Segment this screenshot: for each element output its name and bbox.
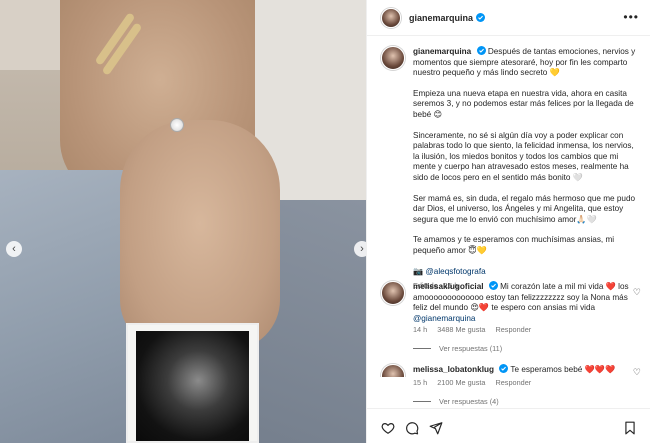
- photo-hands: [120, 120, 280, 350]
- heart-icon[interactable]: [381, 421, 395, 435]
- comment-avatar[interactable]: [381, 281, 405, 305]
- post-media[interactable]: ‹ ›: [0, 0, 366, 443]
- comment-likes[interactable]: 2100 Me gusta: [437, 378, 485, 387]
- post-actions-bar: [367, 408, 650, 438]
- photo-ring: [170, 118, 184, 132]
- post-header: gianemarquina •••: [367, 0, 650, 36]
- comment-reply-button[interactable]: Responder: [495, 325, 531, 334]
- prev-media-button[interactable]: ‹: [6, 241, 22, 257]
- author-username[interactable]: gianemarquina: [409, 13, 473, 23]
- comment-username[interactable]: melissaklugoficial: [413, 282, 484, 291]
- photo-sonogram: [126, 323, 259, 443]
- comment-meta: 15 h 2100 Me gusta Responder: [413, 378, 531, 387]
- share-icon[interactable]: [429, 421, 443, 435]
- verified-icon: [488, 281, 498, 290]
- photo-credit-link[interactable]: 📷 @aleqsfotografa: [413, 267, 486, 276]
- caption-paragraph: Ser mamá es, sin duda, el regalo más her…: [413, 193, 636, 224]
- next-media-button[interactable]: ›: [354, 241, 366, 257]
- view-replies-label: Ver respuestas (4): [439, 397, 499, 406]
- save-icon[interactable]: [623, 421, 637, 435]
- comment: melissaklugoficial Mi corazón late a mil…: [413, 281, 639, 324]
- comment-body: Te esperamos bebé ❤️❤️❤️: [510, 365, 616, 374]
- comment: melissa_lobatonklug Te esperamos bebé ❤️…: [413, 364, 639, 376]
- comment-like-icon[interactable]: ♡: [633, 367, 641, 377]
- verified-icon: [476, 13, 486, 22]
- comment-reply-button[interactable]: Responder: [495, 378, 531, 387]
- view-replies-button[interactable]: Ver respuestas (4): [413, 397, 499, 406]
- caption-username[interactable]: gianemarquina: [413, 47, 471, 56]
- comment-time: 14 h: [413, 325, 428, 334]
- comment-like-icon[interactable]: ♡: [633, 287, 641, 298]
- verified-icon: [499, 364, 509, 373]
- comment-meta: 14 h 3488 Me gusta Responder: [413, 325, 531, 334]
- post-side-panel: gianemarquina ••• gianemarquina Después …: [366, 0, 650, 443]
- more-icon[interactable]: •••: [623, 10, 639, 24]
- caption-paragraph: Te amamos y te esperamos con muchísimas …: [413, 235, 615, 255]
- comment-time: 15 h: [413, 378, 428, 387]
- comment-likes[interactable]: 3488 Me gusta: [437, 325, 485, 334]
- caption: gianemarquina Después de tantas emocione…: [413, 46, 641, 292]
- verified-icon: [476, 46, 486, 55]
- author-avatar[interactable]: [381, 7, 401, 28]
- caption-paragraph: Sinceramente, no sé si algún día voy a p…: [413, 130, 634, 182]
- comment-icon[interactable]: [405, 421, 419, 435]
- comment-mention[interactable]: @gianemarquina: [413, 314, 475, 323]
- caption-avatar[interactable]: [381, 46, 405, 70]
- comments-scroll-area[interactable]: gianemarquina Después de tantas emocione…: [367, 37, 650, 377]
- view-replies-button[interactable]: Ver respuestas (11): [413, 344, 502, 353]
- comment-avatar[interactable]: [381, 364, 405, 377]
- comment-username[interactable]: melissa_lobatonklug: [413, 365, 494, 374]
- view-replies-label: Ver respuestas (11): [439, 344, 503, 353]
- caption-paragraph: Empieza una nueva etapa en nuestra vida,…: [413, 88, 634, 119]
